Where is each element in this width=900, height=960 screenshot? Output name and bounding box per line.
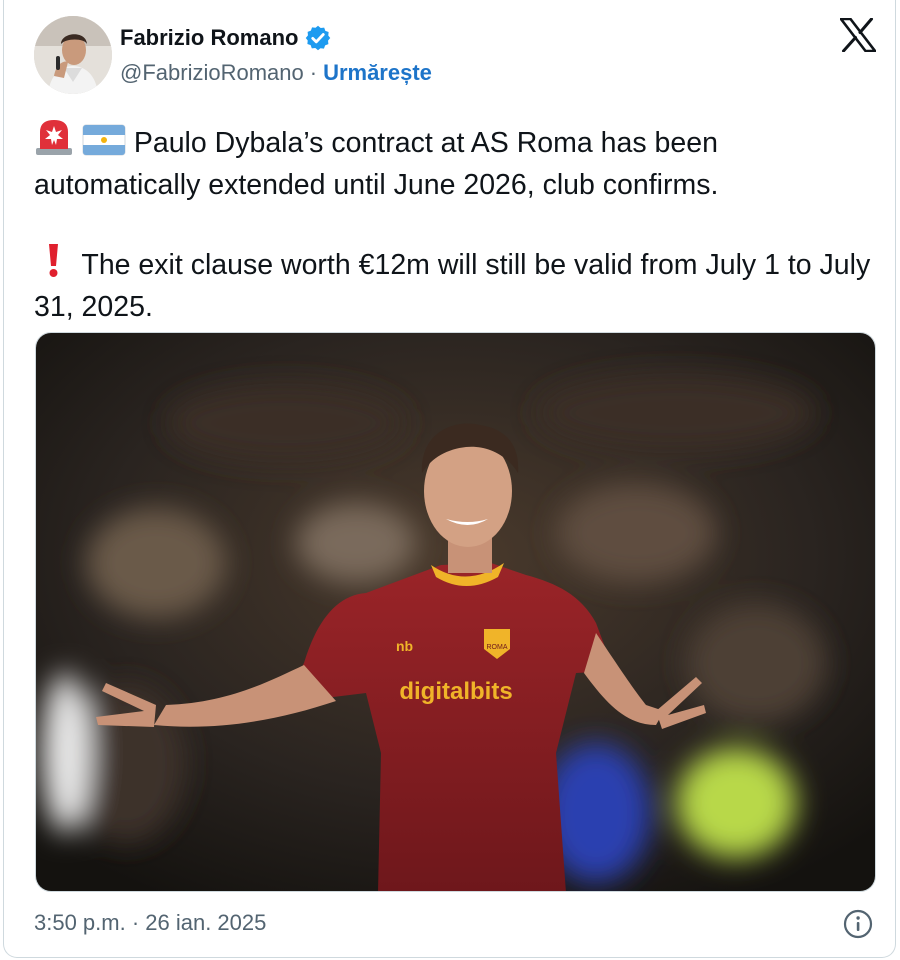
exclamation-emoji	[34, 242, 74, 288]
tweet-paragraph-1: Paulo Dybala’s contract at AS Roma has b…	[34, 118, 884, 204]
author-handle-row: @FabrizioRomano · Urmărește	[120, 60, 432, 86]
author-name[interactable]: Fabrizio Romano	[120, 25, 298, 51]
rotating-light-emoji	[34, 118, 74, 166]
author-avatar[interactable]	[34, 16, 112, 94]
author-name-row: Fabrizio Romano	[120, 24, 332, 52]
jersey-sponsor-text: digitalbits	[399, 678, 512, 705]
argentina-flag-emoji	[82, 124, 126, 166]
svg-text:nb: nb	[396, 638, 413, 654]
tweet-paragraph-1-text: Paulo Dybala’s contract at AS Roma has b…	[34, 127, 719, 201]
tweet-paragraph-2-text: The exit clause worth €12m will still be…	[34, 249, 871, 323]
tweet-timestamp[interactable]: 3:50 p.m. · 26 ian. 2025	[34, 910, 266, 936]
tweet-text: Paulo Dybala’s contract at AS Roma has b…	[34, 118, 884, 326]
tweet-paragraph-2: The exit clause worth €12m will still be…	[34, 242, 884, 326]
separator-dot: ·	[309, 60, 318, 85]
tweet-media-photo[interactable]: ROMA nb digitalbits	[35, 332, 876, 892]
info-icon[interactable]	[842, 908, 874, 940]
tweet-footer: 3:50 p.m. · 26 ian. 2025	[34, 906, 874, 942]
avatar-image	[34, 16, 112, 94]
follow-button[interactable]: Urmărește	[323, 60, 432, 86]
player-photo: ROMA nb digitalbits	[36, 333, 875, 891]
x-logo-icon[interactable]	[839, 17, 877, 53]
verified-badge-icon	[304, 24, 332, 52]
tweet-card: Fabrizio Romano @FabrizioRomano · Urmăre…	[3, 0, 896, 958]
author-handle[interactable]: @FabrizioRomano	[120, 60, 304, 86]
roma-badge-text: ROMA	[487, 644, 508, 651]
tweet-header: Fabrizio Romano @FabrizioRomano · Urmăre…	[34, 16, 877, 96]
